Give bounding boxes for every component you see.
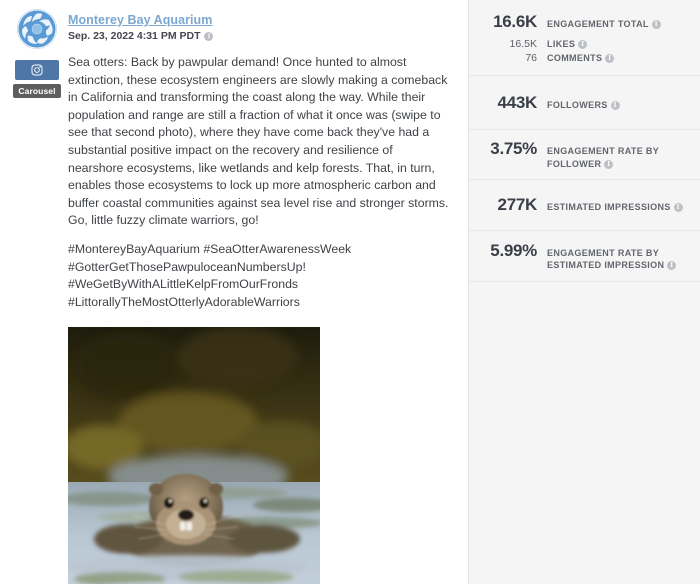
metrics-pane: 16.6K ENGAGEMENT TOTAL i 16.5K LIKES i 76 … — [469, 0, 700, 584]
info-icon[interactable]: i — [605, 54, 615, 63]
metric-label-text: ENGAGEMENT RATE BY FOLLOWER — [547, 146, 659, 169]
metric-label: ENGAGEMENT RATE BY FOLLOWER i — [547, 143, 688, 170]
metric-engagement-total: 16.6K ENGAGEMENT TOTAL i 16.5K LIKES i 76 … — [469, 0, 700, 76]
post-timestamp-row: Sep. 23, 2022 4:31 PM PDT i — [68, 29, 458, 43]
post-media-thumbnail[interactable] — [68, 327, 320, 584]
metric-label: COMMENTS i — [547, 52, 615, 64]
hashtag-line: #GotterGetThosePawpuloceanNumbersUp! — [68, 259, 306, 274]
metric-label: ENGAGEMENT RATE BY ESTIMATED IMPRESSION i — [547, 245, 688, 272]
post-hashtags: #MontereyBayAquarium #SeaOtterAwarenessW… — [68, 241, 450, 311]
network-badge-instagram[interactable] — [15, 60, 59, 80]
hashtag-line: #MontereyBayAquarium #SeaOtterAwarenessW… — [68, 241, 352, 256]
metric-value: 5.99% — [490, 240, 537, 260]
metric-label: ENGAGEMENT TOTAL i — [547, 16, 661, 31]
metric-label-text: ENGAGEMENT TOTAL — [547, 19, 649, 29]
post-detail-view: Carousel Monterey Bay Aquarium Sep. 23, … — [0, 0, 700, 584]
metric-value: 3.75% — [490, 139, 537, 158]
metric-engagement-total-primary: 16.6K ENGAGEMENT TOTAL i — [469, 12, 688, 32]
post-body-text: Sea otters: Back by pawpular demand! Onc… — [68, 55, 449, 228]
metric-label: ESTIMATED IMPRESSIONS i — [547, 199, 683, 214]
account-name-link[interactable]: Monterey Bay Aquarium — [68, 12, 212, 28]
info-icon[interactable]: i — [204, 31, 214, 41]
sea-otter-photo — [68, 327, 320, 584]
info-icon[interactable]: i — [578, 40, 588, 49]
metric-engagement-rate-by-follower-primary: 3.75% ENGAGEMENT RATE BY FOLLOWER i — [469, 139, 688, 170]
post-inner: Carousel Monterey Bay Aquarium Sep. 23, … — [0, 0, 468, 584]
metric-label-text: ENGAGEMENT RATE BY ESTIMATED IMPRESSION — [547, 247, 665, 271]
info-icon[interactable]: i — [667, 261, 677, 270]
metric-comments: 76 COMMENTS i — [469, 52, 688, 64]
monterey-bay-aquarium-logo-icon — [17, 9, 57, 49]
metric-value: 76 — [525, 52, 537, 64]
metric-label: LIKES i — [547, 38, 588, 50]
post-timestamp: Sep. 23, 2022 4:31 PM PDT — [68, 30, 201, 42]
metric-value: 277K — [497, 195, 538, 214]
instagram-icon — [31, 64, 43, 76]
info-icon[interactable]: i — [651, 20, 661, 29]
post-pane: Carousel Monterey Bay Aquarium Sep. 23, … — [0, 0, 468, 584]
post-left-rail: Carousel — [13, 9, 61, 98]
metric-engagement-rate-by-estimated-impression: 5.99% ENGAGEMENT RATE BY ESTIMATED IMPRE… — [469, 231, 700, 282]
metric-followers: 443K FOLLOWERS i — [469, 76, 700, 130]
metric-value: 16.6K — [493, 12, 537, 31]
info-icon[interactable]: i — [673, 203, 683, 212]
hashtag-line: #LittorallyTheMostOtterlyAdorableWarrior… — [68, 294, 300, 309]
metric-engagement-rate-by-follower: 3.75% ENGAGEMENT RATE BY FOLLOWER i — [469, 130, 700, 180]
metric-label-text: LIKES — [547, 39, 576, 49]
metric-followers-primary: 443K FOLLOWERS i — [469, 93, 688, 113]
avatar[interactable] — [17, 9, 57, 49]
metric-value: 16.5K — [509, 38, 537, 50]
metric-estimated-impressions: 277K ESTIMATED IMPRESSIONS i — [469, 180, 700, 231]
metric-label: FOLLOWERS i — [547, 97, 620, 112]
metric-label-text: ESTIMATED IMPRESSIONS — [547, 202, 671, 212]
metric-engagement-rate-by-estimated-impression-primary: 5.99% ENGAGEMENT RATE BY ESTIMATED IMPRE… — [469, 241, 688, 272]
metric-label-text: COMMENTS — [547, 53, 603, 63]
hashtag-line: #WeGetByWithALittleKelpFromOurFronds — [68, 277, 299, 292]
metric-label-text: FOLLOWERS — [547, 99, 608, 110]
info-icon[interactable]: i — [604, 159, 614, 169]
metrics-empty-area — [469, 282, 700, 584]
post-type-badge: Carousel — [13, 84, 61, 98]
metric-value: 443K — [497, 92, 538, 112]
post-content: Monterey Bay Aquarium Sep. 23, 2022 4:31… — [68, 10, 468, 311]
metric-likes: 16.5K LIKES i — [469, 38, 688, 50]
info-icon[interactable]: i — [610, 100, 620, 110]
metric-estimated-impressions-primary: 277K ESTIMATED IMPRESSIONS i — [469, 195, 688, 215]
